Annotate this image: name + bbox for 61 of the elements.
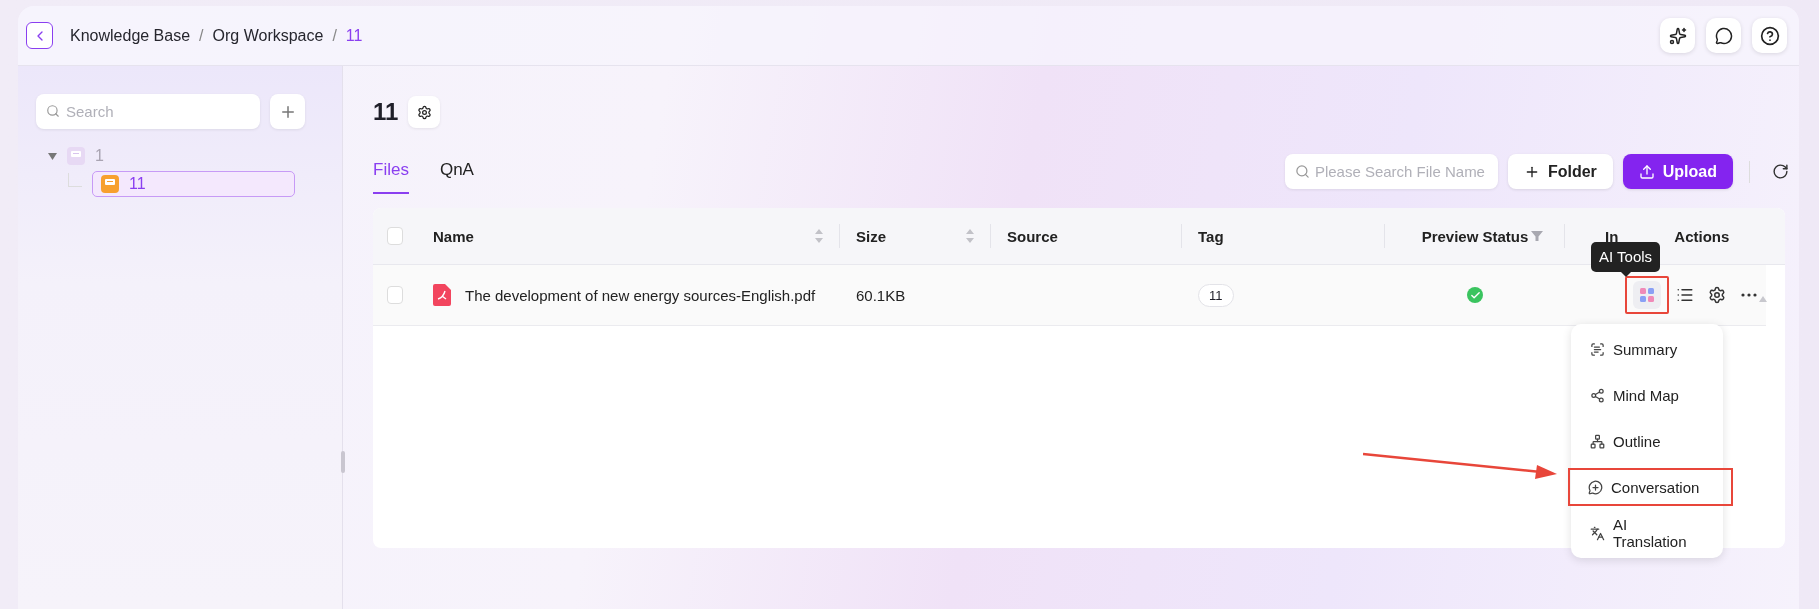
settings-icon <box>1708 286 1726 304</box>
sidebar-search-field[interactable]: Search <box>36 94 260 129</box>
column-header: In <box>1605 227 1619 245</box>
tab[interactable]: QnA <box>439 152 474 194</box>
page-title: 11 <box>373 98 399 126</box>
refresh-button[interactable] <box>1772 163 1789 180</box>
column-header: Tag <box>1198 227 1224 245</box>
column-header: Actions <box>1674 227 1730 245</box>
upload-button[interactable]: Upload <box>1622 154 1733 189</box>
tree-item[interactable]: 11 <box>92 171 295 197</box>
expand-caret-icon[interactable] <box>48 152 57 160</box>
tooltip: AI Tools <box>1591 242 1661 272</box>
menu-item[interactable]: Mind Map <box>1571 376 1723 414</box>
menu-item[interactable]: Outline <box>1571 422 1723 460</box>
search-icon <box>46 104 60 118</box>
add-button[interactable] <box>270 94 305 129</box>
more-icon <box>1741 293 1757 297</box>
file-size: 60.1KB <box>856 286 906 304</box>
select-all-checkbox[interactable] <box>387 227 403 245</box>
tooltip-pointer-icon <box>1620 272 1631 277</box>
column-header: Name <box>433 227 474 245</box>
menu-item[interactable]: Conversation <box>1568 468 1733 506</box>
folder-icon <box>101 175 119 193</box>
breadcrumb-link[interactable]: Knowledge Base <box>70 26 191 45</box>
column-header: Source <box>1007 227 1058 245</box>
scan-text-icon <box>1590 341 1605 357</box>
share-nodes-icon <box>1590 387 1605 403</box>
chat-icon <box>1714 26 1733 45</box>
sparkle-button[interactable] <box>1660 18 1695 53</box>
filter-icon[interactable] <box>1531 230 1543 242</box>
breadcrumb-link[interactable]: Org Workspace <box>212 26 324 45</box>
back-button[interactable] <box>26 22 53 49</box>
file-name[interactable]: The development of new energy sources-English.pdf <box>465 286 816 304</box>
list-icon <box>1676 286 1694 304</box>
breadcrumb-separator: / <box>332 26 337 45</box>
translate-icon <box>1590 525 1605 541</box>
row-checkbox[interactable] <box>387 286 403 304</box>
column-header: Preview Status <box>1421 227 1529 245</box>
settings-icon <box>416 104 432 120</box>
sparkle-icon <box>1668 26 1687 45</box>
tab[interactable]: Files <box>373 152 409 194</box>
menu-item[interactable]: AI Translation <box>1571 514 1723 552</box>
breadcrumb-link[interactable]: 11 <box>345 26 363 45</box>
upload-icon <box>1638 163 1655 180</box>
help-icon <box>1759 25 1780 46</box>
menu-item[interactable]: Summary <box>1571 330 1723 368</box>
tag-chip: 11 <box>1198 283 1234 307</box>
help-button[interactable] <box>1752 18 1787 53</box>
folder-icon <box>67 147 85 165</box>
new-folder-button[interactable]: Folder <box>1507 154 1613 189</box>
ai-tools-button[interactable] <box>1625 276 1669 314</box>
settings-button[interactable] <box>408 96 441 128</box>
breadcrumb-separator: / <box>199 26 204 45</box>
column-header: Size <box>856 227 886 245</box>
app-grid-icon <box>1639 287 1655 303</box>
chat-button[interactable] <box>1706 18 1741 53</box>
chat-plus-icon <box>1588 479 1603 495</box>
file-search-field[interactable]: Please Search File Name <box>1284 154 1498 189</box>
search-icon <box>1294 164 1310 179</box>
pdf-file-icon <box>433 284 451 306</box>
hierarchy-icon <box>1590 433 1605 449</box>
